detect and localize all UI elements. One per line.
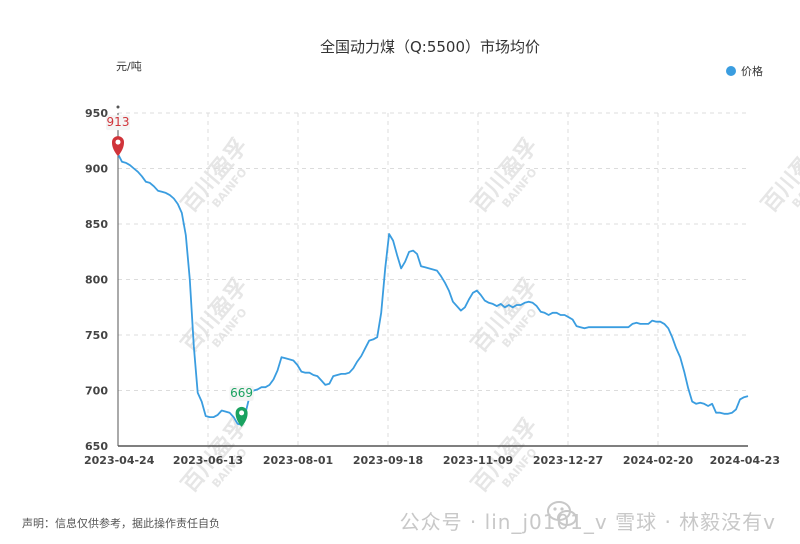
pin-dot: [239, 410, 245, 416]
watermark: 百川盈孚BAINFO: [466, 273, 542, 357]
y-tick-label: 700: [85, 385, 108, 398]
legend-label: 价格: [741, 64, 763, 78]
pin-marker: [112, 136, 124, 157]
watermark: 百川盈孚BAINFO: [466, 133, 542, 217]
x-tick-label: 2023-09-18: [353, 454, 423, 467]
legend-marker: [726, 66, 736, 76]
x-tick-label: 2024-04-23: [710, 454, 780, 467]
y-tick-label: 950: [85, 107, 108, 120]
y-tick-label: 650: [85, 440, 108, 453]
tick-labels: 650 700 750 800 850 900 950 2023-04-24 2023-06-1…: [84, 107, 780, 467]
y-tick-label: 850: [85, 218, 108, 231]
axes: [116, 105, 748, 447]
watermark: 百川盈孚BAINFO: [176, 273, 252, 357]
x-tick-label: 2023-04-24: [84, 454, 155, 467]
pin-label: 913: [107, 115, 130, 129]
y-axis-tip: [116, 105, 120, 109]
x-tick-label: 2023-12-27: [533, 454, 603, 467]
y-axis-unit: 元/吨: [116, 60, 142, 73]
y-tick-label: 800: [85, 274, 108, 287]
x-tick-label: 2023-08-01: [263, 454, 333, 467]
y-tick-label: 900: [85, 163, 108, 176]
chart-title: 全国动力煤（Q:5500）市场均价: [320, 38, 540, 56]
x-tick-label: 2024-02-20: [623, 454, 694, 467]
x-tick-label: 2023-06-13: [173, 454, 243, 467]
watermark: 百川盈孚BAINFO: [756, 133, 800, 217]
chart: 百川盈孚BAINFO 百川盈孚BAINFO 百川盈孚BAINFO 百川盈孚BAINFO…: [84, 38, 800, 498]
x-tick-label: 2023-11-09: [443, 454, 513, 467]
watermark-layer: 百川盈孚BAINFO 百川盈孚BAINFO 百川盈孚BAINFO 百川盈孚BAINFO…: [176, 133, 800, 497]
pin-label: 669: [230, 386, 253, 400]
legend[interactable]: 价格: [726, 64, 763, 78]
pin-dot: [115, 139, 121, 145]
footer-watermark: 公众号 · lin_j0101_v 雪球 · 林毅没有v: [399, 510, 776, 534]
watermark: 百川盈孚BAINFO: [176, 133, 252, 217]
y-tick-label: 750: [85, 329, 108, 342]
disclaimer: 声明：信息仅供参考，据此操作责任自负: [22, 517, 220, 530]
